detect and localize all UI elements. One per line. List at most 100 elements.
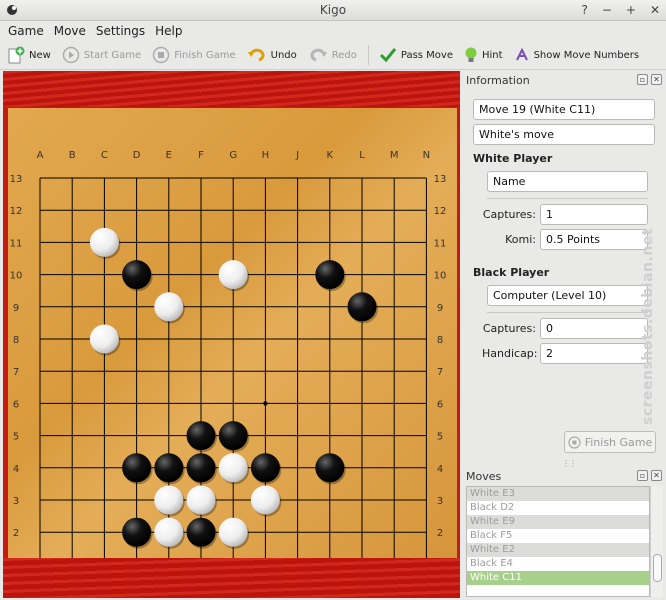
turn-status-field: White's move xyxy=(473,124,655,145)
pass-move-button[interactable]: Pass Move xyxy=(379,46,453,64)
close-dock-icon[interactable]: ✕ xyxy=(651,470,662,481)
move-item[interactable]: Black D2 xyxy=(467,501,649,515)
black-stone xyxy=(122,517,152,547)
information-panel-title: Information xyxy=(466,74,530,87)
menu-game[interactable]: Game xyxy=(8,24,44,38)
row-label-left: 10 xyxy=(10,271,23,282)
row-label-left: 12 xyxy=(10,206,23,217)
hint-button[interactable]: Hint xyxy=(464,46,503,64)
black-player-name[interactable]: Computer (Level 10) xyxy=(487,285,648,306)
white-player-name[interactable]: Name xyxy=(487,171,648,192)
white-stone xyxy=(218,260,248,290)
white-player-heading: White Player xyxy=(473,152,553,165)
white-separator xyxy=(487,198,648,199)
column-label-top: C xyxy=(101,150,108,161)
white-stone xyxy=(218,517,248,547)
move-item[interactable]: White E3 xyxy=(467,487,649,501)
finish-game-button[interactable]: Finish Game xyxy=(564,431,656,453)
black-stone xyxy=(250,453,280,483)
row-label-right: 2 xyxy=(437,528,443,539)
play-icon xyxy=(62,46,80,64)
toolbar: New Start Game Finish Game Undo Redo Pas… xyxy=(0,41,666,70)
float-dock-icon[interactable]: ▫ xyxy=(637,74,648,85)
column-label-top: B xyxy=(69,150,76,161)
new-button[interactable]: New xyxy=(7,46,51,64)
stop-icon xyxy=(568,435,581,449)
maximize-icon[interactable]: + xyxy=(626,0,636,21)
column-label-top: L xyxy=(359,150,365,161)
move-numbers-icon xyxy=(515,47,528,61)
board-area: AABBCCDDEEFFGGHHJJKKLLMMNN13131212111110… xyxy=(3,71,460,598)
column-label-top: A xyxy=(37,150,44,161)
row-label-left: 8 xyxy=(13,335,19,346)
black-captures-label: Captures: xyxy=(482,322,536,335)
row-label-left: 7 xyxy=(13,367,19,378)
moves-list[interactable]: White E3 Black D2 White E9 Black F5 Whit… xyxy=(466,486,650,597)
row-label-left: 11 xyxy=(10,238,23,249)
column-label-top: J xyxy=(295,150,299,161)
row-label-right: 4 xyxy=(437,464,443,475)
redo-button[interactable]: Redo xyxy=(308,46,357,64)
scrollbar-thumb[interactable] xyxy=(653,554,662,582)
minimize-icon[interactable]: − xyxy=(602,0,612,21)
white-stone xyxy=(154,292,184,322)
black-stone xyxy=(154,453,184,483)
row-label-left: 4 xyxy=(13,464,19,475)
moves-panel-title: Moves xyxy=(466,470,502,483)
move-status-field: Move 19 (White C11) xyxy=(473,99,655,120)
black-separator xyxy=(487,312,648,313)
new-document-icon xyxy=(8,46,25,64)
window-title: Kigo xyxy=(319,3,347,17)
menu-help[interactable]: Help xyxy=(155,24,182,38)
move-item[interactable]: White E2 xyxy=(467,543,649,557)
white-stone xyxy=(89,324,119,354)
black-player-heading: Black Player xyxy=(473,266,550,279)
black-stone xyxy=(186,517,216,547)
finish-game-toolbar-button[interactable]: Finish Game xyxy=(152,46,236,64)
row-label-right: 11 xyxy=(434,238,447,249)
column-label-top: D xyxy=(133,150,141,161)
column-label-top: M xyxy=(390,150,399,161)
close-icon[interactable]: ✕ xyxy=(650,0,660,21)
row-label-left: 3 xyxy=(13,496,19,507)
black-stone xyxy=(315,260,345,290)
move-item[interactable]: Black F5 xyxy=(467,529,649,543)
move-item-selected[interactable]: White C11 xyxy=(467,571,649,585)
row-label-right: 8 xyxy=(437,335,443,346)
move-item[interactable]: White E9 xyxy=(467,515,649,529)
show-move-numbers-button[interactable]: Show Move Numbers xyxy=(514,46,639,64)
moves-dock-controls: ▫ ✕ xyxy=(637,470,662,481)
star-point xyxy=(263,401,268,406)
row-label-left: 5 xyxy=(13,432,19,443)
watermark: screenshots.debian.net xyxy=(640,228,656,425)
white-stone xyxy=(154,485,184,515)
black-stone xyxy=(218,421,248,451)
black-stone xyxy=(186,453,216,483)
close-dock-icon[interactable]: ✕ xyxy=(651,74,662,85)
black-stone xyxy=(122,453,152,483)
white-stone xyxy=(186,485,216,515)
row-label-right: 10 xyxy=(434,271,447,282)
menu-move[interactable]: Move xyxy=(54,24,86,38)
redo-icon xyxy=(310,48,327,62)
column-label-top: K xyxy=(327,150,334,161)
help-window-icon[interactable]: ? xyxy=(581,0,587,21)
go-board-grid[interactable]: AABBCCDDEEFFGGHHJJKKLLMMNN13131212111110… xyxy=(8,108,457,558)
move-item[interactable]: Black E4 xyxy=(467,557,649,571)
undo-button[interactable]: Undo xyxy=(247,46,297,64)
row-label-right: 13 xyxy=(434,174,447,185)
window-controls: ? − + ✕ xyxy=(581,0,660,21)
float-dock-icon[interactable]: ▫ xyxy=(637,470,648,481)
start-game-button[interactable]: Start Game xyxy=(62,46,141,64)
go-board[interactable]: AABBCCDDEEFFGGHHJJKKLLMMNN13131212111110… xyxy=(8,108,457,558)
row-label-left: 9 xyxy=(13,303,19,314)
information-panel: Information ▫ ✕ Move 19 (White C11) Whit… xyxy=(462,71,666,465)
white-captures-label: Captures: xyxy=(482,208,536,221)
handicap-field: 2 xyxy=(540,343,648,364)
row-label-right: 12 xyxy=(434,206,447,217)
column-label-top: F xyxy=(198,150,204,161)
handicap-label: Handicap: xyxy=(482,347,538,360)
black-stone xyxy=(315,453,345,483)
moves-scrollbar[interactable] xyxy=(650,486,663,597)
menu-settings[interactable]: Settings xyxy=(96,24,145,38)
